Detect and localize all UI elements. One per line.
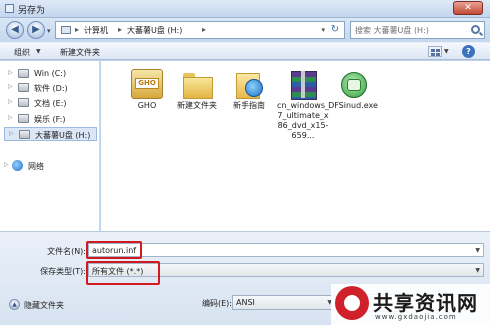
logo-icon — [335, 286, 369, 320]
grid-icon — [431, 53, 435, 56]
file-name: 新手指南 — [233, 101, 265, 110]
expand-arrow-icon[interactable]: ▷ — [8, 114, 13, 121]
drive-icon — [18, 98, 29, 107]
command-bar: 组织 ▼ 新建文件夹 ▼ ? — [0, 42, 490, 60]
file-item[interactable]: cn_windows_7_ultimate_x86_dvd_x15-659... — [277, 69, 329, 141]
drive-icon — [18, 83, 29, 92]
folder-icon — [233, 69, 265, 99]
archive-icon — [287, 69, 319, 100]
tree-item-label: 娱乐 (F:) — [34, 115, 66, 124]
chevron-down-icon[interactable]: ▼ — [475, 267, 480, 274]
navigation-pane: ▷ Win (C:) ▷ 软件 (D:) ▷ 文档 (E:) ▷ 娱乐 (F:)… — [0, 61, 100, 231]
title-bar: 另存为 ✕ — [0, 0, 490, 18]
expand-arrow-icon[interactable]: ▷ — [8, 69, 13, 76]
chevron-down-icon[interactable]: ▼ — [444, 48, 449, 55]
search-icon[interactable] — [471, 25, 480, 34]
breadcrumb-separator[interactable]: ▸ — [118, 25, 122, 34]
highlight-box — [86, 241, 142, 259]
watermark: 共享资讯网 www.gxdaojia.com — [331, 284, 490, 325]
drive-icon — [18, 69, 29, 78]
back-button[interactable]: ◀ — [6, 21, 24, 39]
grid-icon — [431, 49, 435, 52]
filename-label: 文件名(N): — [47, 247, 86, 256]
encoding-value: ANSI — [236, 298, 255, 307]
close-button[interactable]: ✕ — [453, 1, 483, 15]
encoding-select[interactable]: ANSI ▼ — [232, 295, 336, 310]
tree-item-label: 大蕃薯U盘 (H:) — [35, 131, 91, 140]
address-box[interactable]: ▸ 计算机 ▸ 大蕃薯U盘 (H:) ▸ ▾ ↻ — [55, 21, 345, 39]
recent-pages-dropdown[interactable]: ▾ — [47, 27, 51, 35]
organize-button[interactable]: 组织 — [14, 47, 30, 58]
expand-arrow-icon[interactable]: ▷ — [4, 161, 9, 168]
tree-item-drive-h[interactable]: ▷ 大蕃薯U盘 (H:) — [4, 127, 97, 141]
expand-arrow-icon[interactable]: ▷ — [8, 98, 13, 105]
file-name: GHO — [137, 101, 157, 110]
search-input[interactable]: 搜索 大蕃薯U盘 (H:) — [350, 21, 485, 39]
tree-item-drive-e[interactable]: ▷ 文档 (E:) — [0, 96, 100, 110]
highlight-box — [86, 261, 160, 285]
grid-icon — [436, 49, 440, 52]
breadcrumb-computer[interactable]: 计算机 — [84, 25, 108, 36]
computer-icon — [61, 26, 71, 34]
file-name: cn_windows_7_ultimate_x86_dvd_x15-659... — [277, 101, 329, 140]
new-folder-button[interactable]: 新建文件夹 — [60, 47, 100, 58]
file-list: GHO GHO 新建文件夹 新手指南 cn_windows_7_ultimate… — [101, 61, 490, 231]
filetype-label: 保存类型(T): — [40, 267, 86, 276]
file-item[interactable]: DFSinud.exe — [327, 69, 379, 111]
search-placeholder: 搜索 大蕃薯U盘 (H:) — [355, 26, 429, 35]
file-item[interactable]: GHO GHO — [121, 69, 173, 111]
breadcrumb-separator[interactable]: ▸ — [75, 25, 79, 34]
grid-icon — [436, 53, 440, 56]
help-button[interactable]: ? — [462, 45, 475, 58]
tree-item-label: Win (C:) — [34, 69, 67, 78]
exe-icon — [337, 69, 369, 99]
file-item[interactable]: 新手指南 — [223, 69, 275, 111]
file-name: DFSinud.exe — [328, 101, 378, 110]
usb-drive-icon — [19, 130, 30, 139]
watermark-title: 共享资讯网 — [373, 291, 478, 315]
hide-folders-label: 隐藏文件夹 — [24, 301, 64, 310]
view-options-button[interactable] — [428, 46, 442, 57]
tree-item-drive-d[interactable]: ▷ 软件 (D:) — [0, 81, 100, 95]
ghost-icon: GHO — [131, 69, 163, 99]
drive-icon — [18, 114, 29, 123]
watermark-url: www.gxdaojia.com — [375, 313, 457, 321]
expand-arrow-icon[interactable]: ▷ — [8, 83, 13, 90]
file-name: 新建文件夹 — [177, 101, 217, 110]
tree-item-label: 软件 (D:) — [34, 84, 68, 93]
encoding-label: 编码(E): — [202, 299, 232, 308]
filename-field[interactable]: autorun.inf ▼ — [88, 243, 484, 257]
breadcrumb-separator[interactable]: ▸ — [202, 25, 206, 34]
expand-arrow-icon[interactable]: ▷ — [9, 130, 14, 137]
tree-item-network[interactable]: ▷ 网络 — [0, 159, 100, 173]
window-icon — [5, 4, 14, 13]
tree-item-drive-f[interactable]: ▷ 娱乐 (F:) — [0, 112, 100, 126]
address-dropdown[interactable]: ▾ — [321, 26, 325, 34]
network-icon — [12, 160, 23, 171]
tree-item-drive-c[interactable]: ▷ Win (C:) — [0, 67, 100, 81]
chevron-up-icon: ▲ — [9, 299, 20, 310]
forward-button[interactable]: ▶ — [27, 21, 45, 39]
window-title: 另存为 — [18, 6, 46, 16]
folder-icon — [181, 69, 213, 99]
tree-item-label: 网络 — [28, 162, 44, 171]
refresh-icon[interactable]: ↻ — [328, 23, 342, 37]
chevron-down-icon: ▼ — [36, 48, 41, 55]
chevron-down-icon[interactable]: ▼ — [475, 247, 480, 254]
address-bar: ◀ ▶ ▾ ▸ 计算机 ▸ 大蕃薯U盘 (H:) ▸ ▾ ↻ 搜索 大蕃薯U盘 … — [0, 18, 490, 42]
breadcrumb-drive[interactable]: 大蕃薯U盘 (H:) — [127, 25, 182, 36]
tree-item-label: 文档 (E:) — [34, 99, 67, 108]
file-item[interactable]: 新建文件夹 — [171, 69, 223, 111]
